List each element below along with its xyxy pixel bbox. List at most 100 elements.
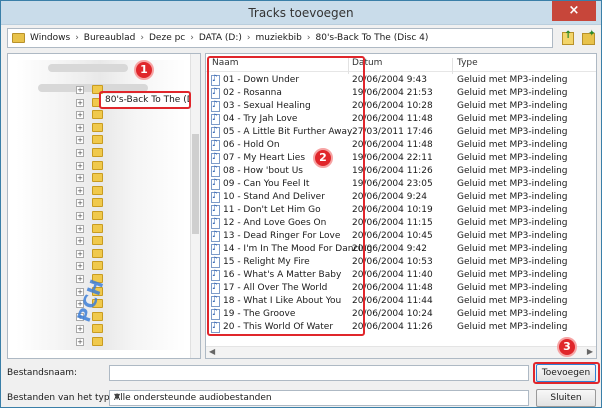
expand-icon[interactable]: + (76, 199, 84, 208)
tree-node[interactable]: + (76, 160, 186, 172)
column-type[interactable]: Type (457, 58, 478, 68)
annotation-badge-1: 1 (134, 60, 154, 80)
breadcrumb-item[interactable]: Windows (30, 33, 70, 43)
tree-node[interactable]: + (76, 260, 186, 272)
file-type: Geluid met MP3-indeling (457, 88, 568, 98)
breadcrumb-item[interactable]: Bureaublad (84, 33, 136, 43)
expand-icon[interactable]: + (76, 186, 84, 195)
file-type: Geluid met MP3-indeling (457, 244, 568, 254)
expand-icon[interactable]: + (76, 262, 84, 271)
folder-icon (92, 198, 103, 208)
column-divider[interactable] (452, 58, 453, 74)
tree-node[interactable]: + (76, 122, 186, 134)
breadcrumb-chevron-icon[interactable]: › (190, 33, 194, 43)
highlight-box-add (533, 362, 600, 384)
title-bar: Tracks toevoegen × (1, 1, 601, 25)
tree-node[interactable]: + (76, 172, 186, 184)
tree-node[interactable]: + (76, 197, 186, 209)
filename-input[interactable] (109, 365, 529, 381)
folder-icon (92, 185, 103, 195)
address-bar[interactable]: Windows › Bureaublad › Deze pc › DATA (D:) › muz… (7, 28, 553, 48)
folder-icon (12, 33, 25, 43)
expand-icon[interactable]: + (76, 174, 84, 183)
expand-icon[interactable]: + (76, 111, 84, 120)
folder-icon (92, 236, 103, 246)
annotation-badge-2: 2 (313, 148, 333, 168)
tree-node[interactable]: + (76, 248, 186, 260)
folder-icon (92, 223, 103, 233)
expand-icon[interactable]: + (76, 136, 84, 145)
expand-icon[interactable]: + (76, 98, 84, 107)
breadcrumb-item[interactable]: DATA (D:) (199, 33, 242, 43)
breadcrumb-item[interactable]: muziekbib (256, 33, 302, 43)
chevron-down-icon[interactable]: ▼ (114, 392, 524, 401)
blurred-item (48, 64, 128, 72)
file-type: Geluid met MP3-indeling (457, 101, 568, 111)
expand-icon[interactable]: + (76, 212, 84, 220)
file-type: Geluid met MP3-indeling (457, 322, 568, 332)
file-type: Geluid met MP3-indeling (457, 257, 568, 267)
breadcrumb-item[interactable]: Deze pc (149, 33, 185, 43)
window-title: Tracks toevoegen (248, 6, 354, 20)
tree-scroll-thumb[interactable] (192, 134, 199, 234)
file-type: Geluid met MP3-indeling (457, 166, 568, 176)
breadcrumb-chevron-icon[interactable]: › (247, 33, 251, 43)
file-type: Geluid met MP3-indeling (457, 179, 568, 189)
file-type: Geluid met MP3-indeling (457, 205, 568, 215)
highlight-box-folder (99, 91, 191, 109)
expand-icon[interactable]: + (76, 123, 84, 132)
tree-node[interactable]: + (76, 185, 186, 197)
close-button[interactable]: Sluiten (536, 389, 596, 407)
file-type: Geluid met MP3-indeling (457, 192, 568, 202)
file-type: Geluid met MP3-indeling (457, 270, 568, 280)
folder-icon (92, 148, 103, 157)
horizontal-scrollbar[interactable]: ◀ ▶ (206, 346, 596, 358)
filetype-select[interactable]: Alle ondersteunde audiobestanden ▼ (109, 390, 529, 406)
folder-icon (92, 261, 103, 271)
sparkle-icon: ✦ (588, 29, 596, 39)
expand-icon[interactable]: + (76, 249, 84, 258)
expand-icon[interactable]: + (76, 275, 84, 283)
folder-icon (92, 160, 103, 170)
tree-node[interactable]: + (76, 336, 186, 348)
up-folder-button[interactable]: ↑ (559, 28, 577, 48)
file-type: Geluid met MP3-indeling (457, 218, 568, 228)
highlight-box-files (207, 56, 365, 336)
scroll-right-icon[interactable]: ▶ (587, 347, 593, 356)
file-type: Geluid met MP3-indeling (457, 75, 568, 85)
tree-node[interactable]: + (76, 223, 186, 235)
tree-node[interactable]: + (76, 134, 186, 146)
tree-node[interactable]: + (76, 109, 186, 121)
expand-icon[interactable]: + (76, 338, 84, 346)
close-window-button[interactable]: × (552, 1, 596, 21)
expand-icon[interactable]: + (76, 224, 84, 233)
tree-scrollbar[interactable] (190, 54, 200, 358)
expand-icon[interactable]: + (76, 237, 84, 246)
tree-node[interactable]: + (76, 147, 186, 159)
folder-icon (92, 135, 103, 145)
breadcrumb-chevron-icon[interactable]: › (140, 33, 144, 43)
arrow-up-icon: ↑ (564, 30, 573, 41)
new-folder-button[interactable]: ✦ (579, 28, 597, 48)
expand-icon[interactable]: + (76, 161, 84, 170)
breadcrumb-item[interactable]: 80's-Back To The (Disc 4) (316, 33, 429, 43)
folder-icon (92, 122, 103, 132)
folder-icon (92, 337, 103, 346)
breadcrumb-chevron-icon[interactable]: › (75, 33, 79, 43)
breadcrumb-chevron-icon[interactable]: › (307, 33, 311, 43)
expand-icon[interactable]: + (76, 149, 84, 157)
tree-node[interactable]: + (76, 323, 186, 335)
folder-icon (92, 173, 103, 183)
filetype-label: Bestanden van het type: (7, 393, 119, 403)
folder-icon (92, 211, 103, 220)
tree-node[interactable]: + (76, 210, 186, 222)
expand-icon[interactable]: + (76, 86, 84, 94)
file-type: Geluid met MP3-indeling (457, 296, 568, 306)
file-type: Geluid met MP3-indeling (457, 127, 568, 137)
file-type: Geluid met MP3-indeling (457, 114, 568, 124)
expand-icon[interactable]: + (76, 325, 84, 334)
folder-icon (92, 248, 103, 258)
folder-icon (92, 324, 103, 334)
scroll-left-icon[interactable]: ◀ (209, 347, 215, 356)
tree-node[interactable]: + (76, 235, 186, 247)
